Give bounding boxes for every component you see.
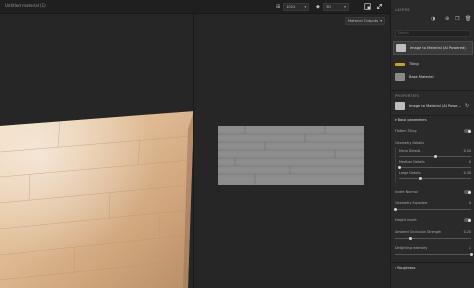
layer-item-tiling[interactable]: Tiling xyxy=(393,57,473,71)
layer-item-base-material[interactable]: Base Material xyxy=(393,70,473,84)
normal-map-preview xyxy=(218,126,364,185)
grid-icon[interactable]: ⊞ xyxy=(276,4,280,10)
panel-divider xyxy=(391,262,474,263)
viewport-2d[interactable] xyxy=(195,14,389,288)
wood-plane-3d xyxy=(0,111,193,288)
ao-strength-slider[interactable] xyxy=(395,236,471,240)
channels-control: ◆ 3D ▾ xyxy=(316,3,349,11)
geometry-equalizer-row: Geometry Equalizer 0 xyxy=(395,201,471,205)
duplicate-icon[interactable]: ❐ xyxy=(455,17,459,22)
delete-icon[interactable]: 🗑 xyxy=(465,17,471,22)
side-panel: LAYERS ◑ ⊕ ❐ 🗑 Search Image to Material … xyxy=(390,0,474,288)
section-basic-parameters[interactable]: ▾ Basic parameters xyxy=(395,118,471,122)
large-details-slider[interactable] xyxy=(399,176,471,180)
flatten-tiling-toggle[interactable] xyxy=(464,129,471,133)
channels-select[interactable]: 3D ▾ xyxy=(322,3,349,11)
geometry-details-row: Geometry Details xyxy=(395,141,424,145)
slider-knob[interactable] xyxy=(433,154,437,158)
medium-details-row: Medium Details 0 xyxy=(399,160,471,164)
height-invert-row: Height Invert xyxy=(395,218,471,222)
geometry-equalizer-slider[interactable] xyxy=(393,207,471,211)
delighting-intensity-row: Delighting Intensity 1 xyxy=(395,246,471,250)
layer-label: Tiling xyxy=(409,62,419,66)
slider-knob[interactable] xyxy=(469,252,473,256)
delighting-intensity-slider[interactable] xyxy=(395,252,473,256)
slider-knob[interactable] xyxy=(393,207,397,211)
layers-heading: LAYERS xyxy=(395,8,410,12)
invert-normal-toggle[interactable] xyxy=(464,190,471,194)
layer-thumbnail xyxy=(396,44,406,52)
layer-thumbnail xyxy=(395,73,405,81)
large-details-row: Large Details 0.30 xyxy=(399,171,471,175)
resolution-value: 1024 xyxy=(286,5,296,9)
slider-knob[interactable] xyxy=(397,165,401,169)
flatten-tiling-row: Flatten Tiling xyxy=(395,129,471,133)
slider-knob[interactable] xyxy=(408,236,412,240)
layer-label: Image to Material (AI Powered) xyxy=(410,46,466,50)
viewport-3d[interactable] xyxy=(0,14,194,288)
cube-icon[interactable]: ◆ xyxy=(316,4,320,10)
height-invert-toggle[interactable] xyxy=(464,218,471,222)
layer-item-image-to-material[interactable]: Image to Material (AI Powered) xyxy=(393,41,473,55)
medium-details-slider[interactable] xyxy=(397,165,471,169)
expand-icon[interactable] xyxy=(376,3,383,10)
properties-selected-layer: Image to Material (AI Powe… xyxy=(393,100,473,112)
window-title: Untitled material (1) xyxy=(5,3,46,8)
panel-divider xyxy=(391,115,474,116)
add-layer-icon[interactable]: ⊕ xyxy=(445,17,449,22)
resolution-control: ⊞ 1024 ▾ xyxy=(276,3,310,11)
micro-details-slider[interactable] xyxy=(399,154,471,158)
section-label: ▾ Basic parameters xyxy=(395,118,427,122)
slider-knob[interactable] xyxy=(419,176,423,180)
chevron-down-icon: ▾ xyxy=(304,5,307,9)
chevron-down-icon: ▾ xyxy=(380,19,382,23)
layer-label: Base Material xyxy=(409,75,434,79)
ao-strength-row: Ambient Occlusion Strength 0.20 xyxy=(395,230,471,234)
panel-divider xyxy=(391,90,474,91)
geometry-details-group-line xyxy=(395,147,396,183)
chevron-down-icon: ▾ xyxy=(344,5,346,9)
layer-thumbnail xyxy=(395,102,405,110)
micro-details-row: Micro Details 0.50 xyxy=(399,149,471,153)
section-roughness[interactable]: › Roughness xyxy=(395,266,471,270)
layer-thumbnail xyxy=(395,62,405,66)
camera-icon[interactable] xyxy=(364,3,371,10)
selected-layer-label: Image to Material (AI Powe… xyxy=(409,104,461,108)
viewport-mode-select[interactable]: Material Outputs ▾ xyxy=(345,17,385,25)
invert-normal-row: Invert Normal xyxy=(395,190,471,194)
properties-heading: PROPERTIES xyxy=(395,94,419,98)
section-label: › Roughness xyxy=(395,266,416,270)
reset-icon[interactable]: ↻ xyxy=(465,104,469,109)
layers-search-input[interactable]: Search xyxy=(395,30,471,37)
viewport-mode-label: Material Outputs xyxy=(348,19,379,23)
resolution-select[interactable]: 1024 ▾ xyxy=(283,3,310,11)
channels-value: 3D xyxy=(325,5,331,9)
material-icon[interactable]: ◑ xyxy=(431,17,435,22)
